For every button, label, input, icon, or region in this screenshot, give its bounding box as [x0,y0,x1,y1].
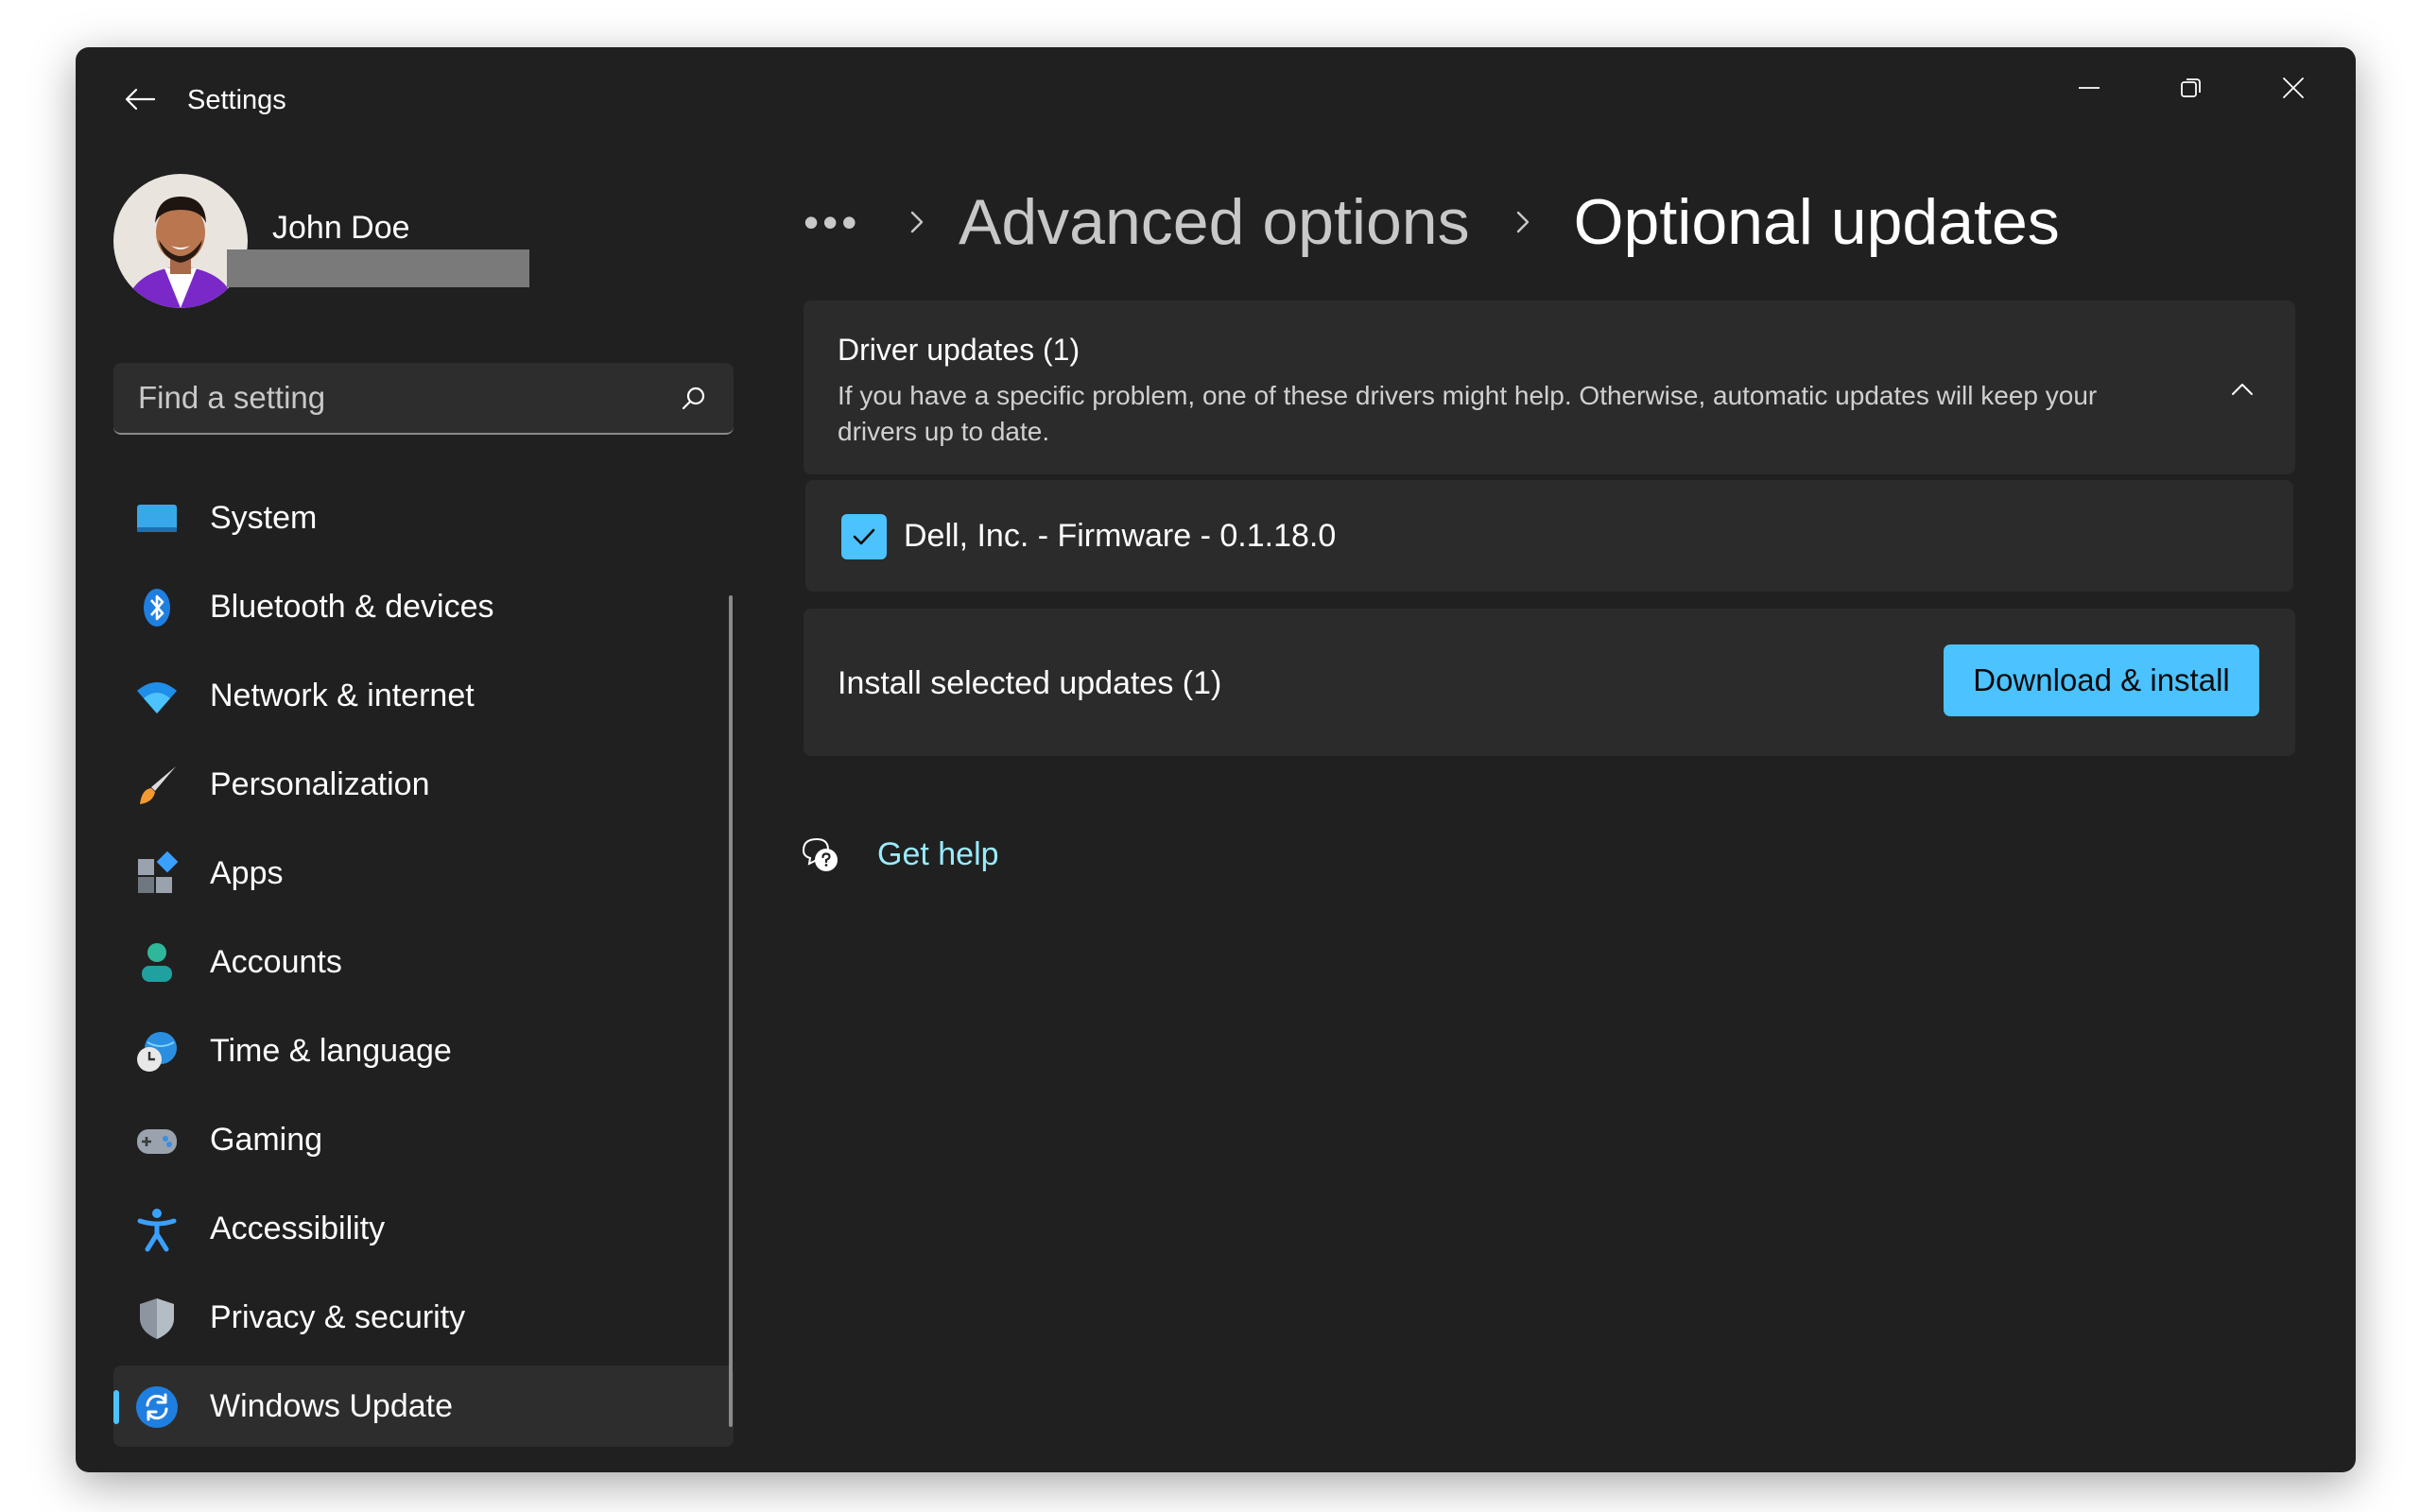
driver-item-label: Dell, Inc. - Firmware - 0.1.18.0 [904,518,1337,554]
restore-icon [2181,78,2201,97]
page-title: Optional updates [1573,186,2060,258]
sidebar-item-accessibility[interactable]: Accessibility [113,1188,734,1269]
breadcrumb: ••• Advanced options Optional updates [804,170,2060,274]
sidebar-item-privacy-security[interactable]: Privacy & security [113,1277,734,1358]
sidebar-item-label: Accessibility [210,1210,386,1246]
sidebar-item-system[interactable]: System [113,477,734,558]
minimize-icon [2079,87,2100,89]
sidebar-item-network[interactable]: Network & internet [113,655,734,736]
system-icon [137,505,177,532]
sidebar-item-label: Time & language [210,1032,452,1069]
clock-globe-icon [137,1032,177,1072]
user-name: John Doe [272,210,410,246]
driver-updates-expander[interactable]: Driver updates (1) If you have a specifi… [804,301,2295,474]
driver-checkbox[interactable] [841,514,887,559]
accounts-icon [142,943,172,982]
sidebar-item-apps[interactable]: Apps [113,833,734,914]
breadcrumb-advanced-options[interactable]: Advanced options [959,185,1470,259]
sidebar-item-label: Network & internet [210,677,475,713]
sidebar-item-personalization[interactable]: Personalization [113,744,734,825]
search-input[interactable] [113,363,734,433]
download-install-button[interactable]: Download & install [1944,644,2259,716]
checkmark-icon [853,528,875,545]
sidebar-item-label: Privacy & security [210,1298,466,1335]
get-help-link[interactable]: Get help [877,836,999,873]
sidebar-item-time-language[interactable]: Time & language [113,1010,734,1091]
wifi-icon [137,682,177,713]
sidebar-item-label: Apps [210,854,284,891]
sidebar-nav: System Bluetooth & devices Network & int… [113,477,737,1454]
minimize-button[interactable] [2051,64,2127,112]
selection-indicator [113,1390,119,1424]
title-bar: Settings [76,47,2356,151]
sidebar-item-windows-update[interactable]: Windows Update [113,1366,734,1447]
redacted-email [227,249,529,287]
sidebar-item-label: Gaming [210,1121,323,1158]
sidebar-item-label: Bluetooth & devices [210,588,494,625]
close-icon [2283,77,2304,98]
user-photo [113,174,248,308]
avatar [113,174,248,308]
driver-updates-description: If you have a specific problem, one of t… [838,381,2098,446]
search-icon[interactable] [679,384,709,414]
sidebar-scrollbar[interactable] [729,595,733,1427]
sidebar-item-bluetooth[interactable]: Bluetooth & devices [113,566,734,647]
apps-icon [138,851,179,893]
gamepad-icon [137,1129,177,1154]
accessibility-icon [137,1209,177,1252]
user-profile[interactable]: John Doe [113,174,775,316]
app-title: Settings [187,85,286,115]
search-box[interactable] [113,363,734,435]
sidebar-item-label: System [210,499,318,536]
chevron-up-icon[interactable] [2227,374,2257,404]
install-selected-card: Install selected updates (1) Download & … [804,609,2295,756]
shield-icon [140,1298,174,1339]
settings-window: Settings John Doe Find a setting System … [76,47,2356,1472]
bluetooth-icon [144,589,170,627]
breadcrumb-more-button[interactable]: ••• [804,197,860,248]
back-arrow-icon [125,88,156,111]
sidebar-item-gaming[interactable]: Gaming [113,1099,734,1180]
brush-icon [140,766,176,804]
sidebar-item-label: Accounts [210,943,342,980]
driver-updates-title: Driver updates (1) [838,333,1080,367]
chevron-right-icon [910,211,924,233]
driver-update-item[interactable]: Dell, Inc. - Firmware - 0.1.18.0 [805,480,2293,592]
restore-button[interactable] [2153,64,2229,112]
get-help-row[interactable]: Get help [800,828,999,881]
sidebar-item-label: Windows Update [210,1387,454,1424]
sidebar-item-label: Personalization [210,765,430,802]
help-chat-icon [802,837,838,871]
windows-update-icon [136,1386,178,1428]
install-selected-label: Install selected updates (1) [838,665,1222,701]
sidebar-item-accounts[interactable]: Accounts [113,921,734,1003]
back-button[interactable] [102,76,178,123]
chevron-right-icon [1516,211,1529,233]
close-button[interactable] [2256,64,2331,112]
